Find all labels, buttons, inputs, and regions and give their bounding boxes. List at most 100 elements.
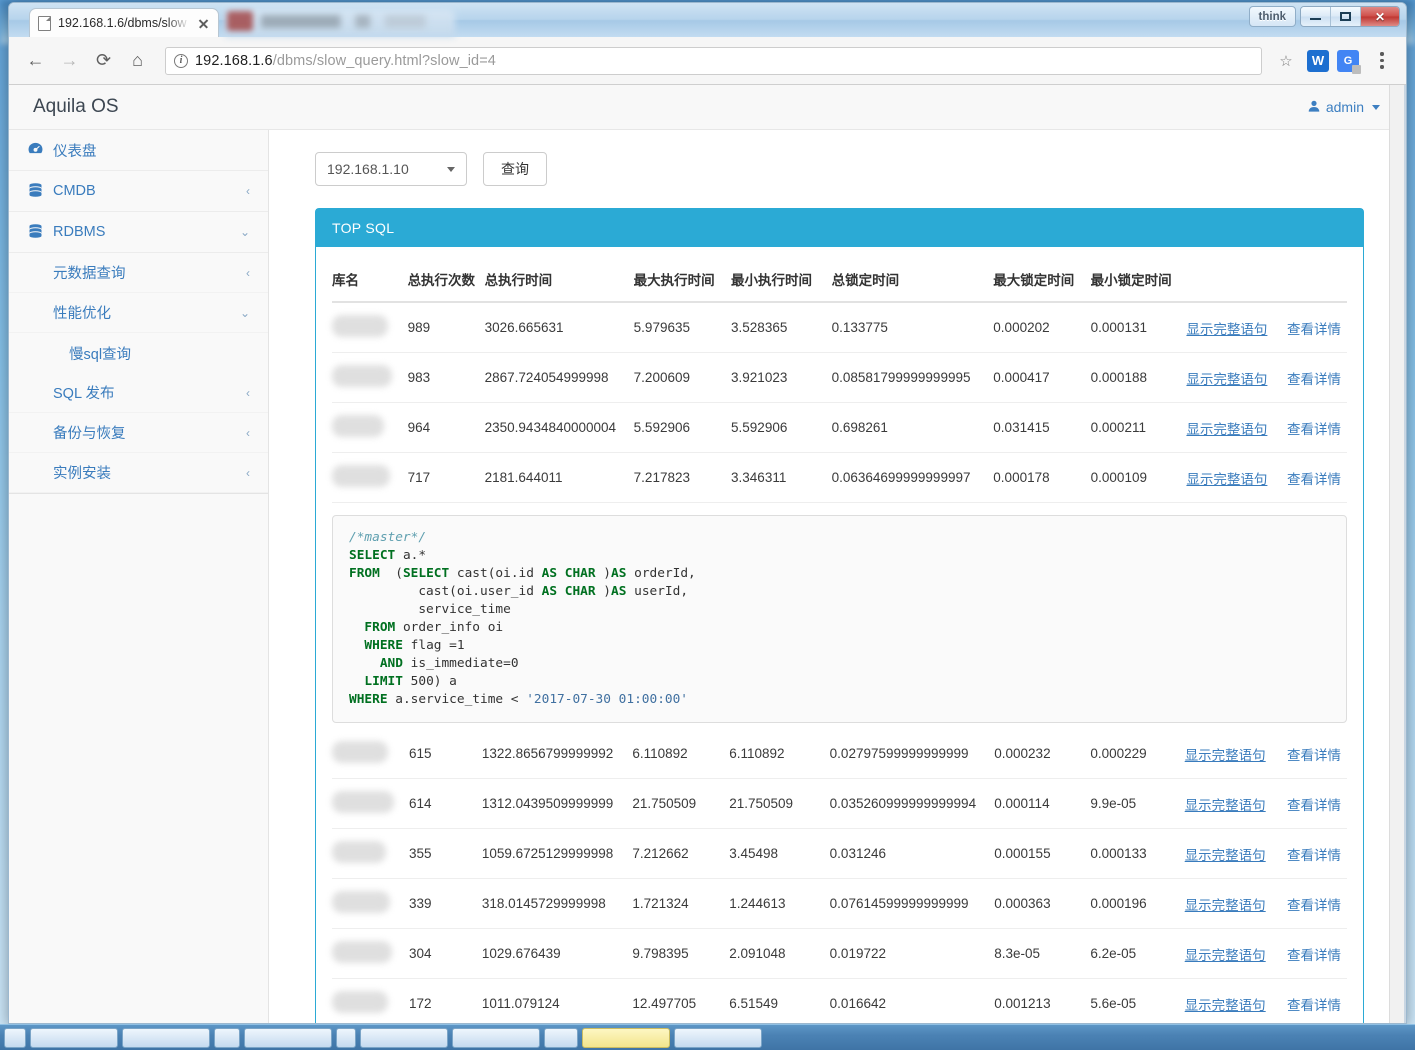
sidebar-divider <box>9 493 268 523</box>
table-row[interactable]: 304 1029.676439 9.798395 2.091048 0.0197… <box>332 928 1347 979</box>
col-header-min-lock: 最小锁定时间 <box>1090 257 1187 303</box>
table-row[interactable]: 964 2350.9434840000004 5.592906 5.592906… <box>332 402 1347 453</box>
table-row[interactable]: 615 1322.8656799999992 6.110892 6.110892… <box>332 729 1347 779</box>
table-row[interactable]: 355 1059.6725129999998 7.212662 3.45498 … <box>332 828 1347 879</box>
address-bar[interactable]: i 192.168.1.6/dbms/slow_query.html?slow_… <box>165 46 1262 75</box>
cell-total-lock: 0.06364699999999997 <box>831 452 994 503</box>
cell-total-lock: 0.08581799999999995 <box>831 352 994 403</box>
show-full-statement-link[interactable]: 显示完整语句 <box>1186 372 1267 387</box>
minimize-button[interactable] <box>1301 7 1331 26</box>
show-full-statement-link[interactable]: 显示完整语句 <box>1185 998 1266 1013</box>
app-brand[interactable]: Aquila OS <box>33 96 119 118</box>
home-icon[interactable]: ⌂ <box>122 45 153 76</box>
sidebar-item-backup-restore[interactable]: 备份与恢复 ‹ <box>9 413 268 453</box>
show-full-statement-link[interactable]: 显示完整语句 <box>1185 798 1266 813</box>
cell-max-time: 5.592906 <box>633 402 732 453</box>
think-button[interactable]: think <box>1248 6 1296 27</box>
site-info-icon[interactable]: i <box>174 53 188 68</box>
view-detail-link[interactable]: 查看详情 <box>1287 372 1341 387</box>
forward-icon[interactable]: → <box>54 45 85 76</box>
cell-min-lock: 6.2e-05 <box>1090 928 1185 979</box>
sidebar-chevron-icon: ‹ <box>246 385 250 400</box>
view-detail-link[interactable]: 查看详情 <box>1287 422 1341 437</box>
sidebar-item-rdbms[interactable]: RDBMS ⌄ <box>9 212 268 253</box>
reload-icon[interactable]: ⟳ <box>88 45 119 76</box>
sidebar-item-metadata-query[interactable]: 元数据查询 ‹ <box>9 253 268 293</box>
instance-select[interactable]: 192.168.1.10 <box>315 152 467 186</box>
cell-db <box>332 302 408 353</box>
sidebar-item-slow-sql-query[interactable]: 慢sql查询 <box>9 333 268 373</box>
view-detail-link[interactable]: 查看详情 <box>1287 748 1341 763</box>
browser-toolbar: ← → ⟳ ⌂ i 192.168.1.6/dbms/slow_query.ht… <box>9 37 1406 85</box>
translate-extension-icon[interactable]: G <box>1337 49 1361 74</box>
taskbar-item[interactable] <box>30 1027 118 1048</box>
user-menu[interactable]: admin <box>1308 99 1380 115</box>
view-detail-link[interactable]: 查看详情 <box>1287 998 1341 1013</box>
table-row[interactable]: 172 1011.079124 12.497705 6.51549 0.0166… <box>332 978 1347 1023</box>
maximize-button[interactable] <box>1331 7 1361 26</box>
taskbar-item-active[interactable] <box>582 1027 670 1048</box>
chrome-menu-icon[interactable] <box>1369 46 1395 76</box>
sidebar-chevron-down-icon: ⌄ <box>239 305 250 320</box>
sidebar-item-dashboard[interactable]: 仪表盘 <box>9 130 268 171</box>
cell-exec-count: 989 <box>407 302 485 353</box>
show-full-statement-link[interactable]: 显示完整语句 <box>1185 848 1266 863</box>
sidebar: 仪表盘 CMDB ‹ RDBMS ⌄ 元数据查询 ‹ 性能优化 ⌄ 慢sql查询… <box>9 130 269 1023</box>
sidebar-item-sql-release[interactable]: SQL 发布 ‹ <box>9 373 268 413</box>
taskbar-item[interactable] <box>214 1027 240 1048</box>
cell-exec-count: 717 <box>407 452 485 503</box>
show-full-statement-link[interactable]: 显示完整语句 <box>1186 472 1267 487</box>
sidebar-item-performance-tuning[interactable]: 性能优化 ⌄ <box>9 293 268 333</box>
taskbar-item[interactable] <box>544 1027 578 1048</box>
cell-max-time: 21.750509 <box>632 778 730 829</box>
view-detail-link[interactable]: 查看详情 <box>1287 798 1341 813</box>
taskbar-item[interactable] <box>122 1027 210 1048</box>
cell-min-lock: 5.6e-05 <box>1090 978 1185 1023</box>
cell-min-lock: 0.000109 <box>1090 452 1187 503</box>
table-row[interactable]: 339 318.0145729999998 1.721324 1.244613 … <box>332 878 1347 929</box>
bookmark-star-icon[interactable]: ☆ <box>1273 48 1299 74</box>
active-tab[interactable]: 192.168.1.6/dbms/slow <box>29 8 219 37</box>
cell-max-lock: 0.000114 <box>994 778 1091 829</box>
sidebar-sub2-label: 慢sql查询 <box>69 346 132 363</box>
cell-db <box>332 778 409 829</box>
view-detail-link[interactable]: 查看详情 <box>1287 472 1341 487</box>
sidebar-sub-label: 备份与恢复 <box>53 426 126 442</box>
taskbar-item[interactable] <box>360 1027 448 1048</box>
view-detail-link[interactable]: 查看详情 <box>1287 848 1341 863</box>
table-row[interactable]: 614 1312.0439509999999 21.750509 21.7505… <box>332 778 1347 829</box>
db-name-redacted <box>332 465 390 487</box>
view-detail-link[interactable]: 查看详情 <box>1287 322 1341 337</box>
close-tab-icon[interactable] <box>197 17 210 30</box>
page-scrollbar[interactable] <box>1389 85 1404 1023</box>
taskbar-item[interactable] <box>336 1027 356 1048</box>
cell-total-lock: 0.02797599999999999 <box>829 729 995 779</box>
cell-max-time: 9.798395 <box>632 928 730 979</box>
taskbar-item[interactable] <box>674 1027 762 1048</box>
show-full-statement-link[interactable]: 显示完整语句 <box>1186 322 1267 337</box>
table-row[interactable]: 983 2867.724054999998 7.200609 3.921023 … <box>332 352 1347 403</box>
show-full-statement-link[interactable]: 显示完整语句 <box>1185 748 1266 763</box>
query-button[interactable]: 查询 <box>483 152 547 186</box>
col-header-total-lock: 总锁定时间 <box>831 257 994 303</box>
taskbar-item[interactable] <box>452 1027 540 1048</box>
table-body-lower: 615 1322.8656799999992 6.110892 6.110892… <box>332 729 1347 1023</box>
back-icon[interactable]: ← <box>20 45 51 76</box>
taskbar-item[interactable] <box>244 1027 332 1048</box>
table-row[interactable]: 717 2181.644011 7.217823 3.346311 0.0636… <box>332 452 1347 503</box>
tab-strip: 192.168.1.6/dbms/slow <box>9 3 1406 37</box>
sidebar-item-instance-install[interactable]: 实例安装 ‹ <box>9 453 268 493</box>
show-full-statement-link[interactable]: 显示完整语句 <box>1185 898 1266 913</box>
sidebar-item-cmdb[interactable]: CMDB ‹ <box>9 171 268 212</box>
view-detail-link[interactable]: 查看详情 <box>1287 948 1341 963</box>
show-full-statement-link[interactable]: 显示完整语句 <box>1185 948 1266 963</box>
table-row[interactable]: 989 3026.665631 5.979635 3.528365 0.1337… <box>332 302 1347 353</box>
view-detail-link[interactable]: 查看详情 <box>1287 898 1341 913</box>
show-full-statement-link[interactable]: 显示完整语句 <box>1186 422 1267 437</box>
close-window-button[interactable]: ✕ <box>1361 7 1399 26</box>
cell-min-time: 3.346311 <box>731 452 832 503</box>
taskbar-item[interactable] <box>4 1027 26 1048</box>
instance-select-value: 192.168.1.10 <box>327 161 409 177</box>
word-extension-icon[interactable]: W <box>1307 49 1329 72</box>
database-icon <box>27 182 43 200</box>
